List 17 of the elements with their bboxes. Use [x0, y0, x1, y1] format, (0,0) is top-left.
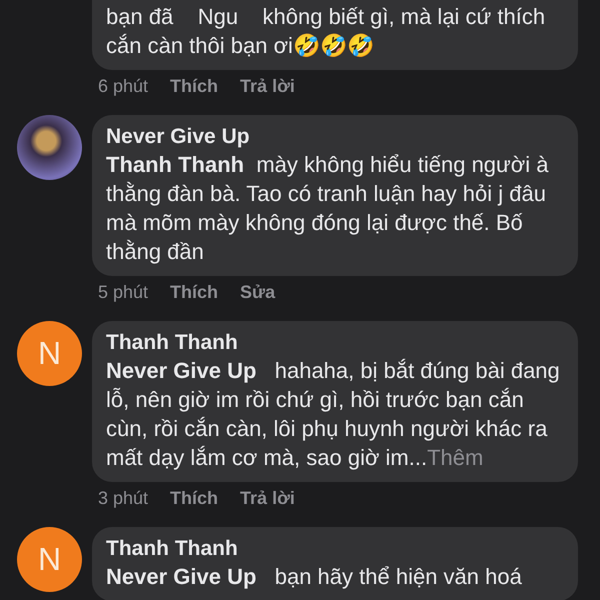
comment-time: 3 phút	[98, 488, 148, 509]
comment-action-link[interactable]: Thích	[170, 282, 218, 303]
comment-action-link[interactable]: Sửa	[240, 282, 276, 303]
comment-author[interactable]: Thanh Thanh	[106, 329, 564, 356]
comment-action-link[interactable]: Thích	[170, 76, 218, 97]
comment-author[interactable]: Thanh Thanh	[106, 535, 564, 562]
comment-text: Never Give Up bạn hãy thể hiện văn hoá	[106, 563, 523, 591]
comment-action-link[interactable]: Trả lời	[240, 76, 295, 97]
comment-action-link[interactable]: Thích	[170, 488, 218, 509]
comment-text: bạn đã Ngu không biết gì, mà lại cứ thích cắn càn thôi bạn ơi🤣🤣🤣	[106, 3, 546, 60]
comment-text: Never Give Up hahaha, bị bắt đúng bài đang lỗ, nên giờ im rồi chứ gì, hồi trước bạn cắn cùn, rồi cắn càn, lôi phụ huynh người khác ra mất dạy lắm cơ mà, sao giờ im...Thêm	[106, 357, 561, 472]
comment-action-link[interactable]: Trả lời	[240, 488, 295, 509]
comment-time: 6 phút	[98, 76, 148, 97]
comment-author[interactable]: Never Give Up	[106, 123, 564, 150]
comment-time: 5 phút	[98, 282, 148, 303]
see-more-link[interactable]: Thêm	[427, 445, 484, 470]
comment-text: Thanh Thanh mày không hiểu tiếng người à thằng đàn bà. Tao có tranh luận hay hỏi j đâu mà mõm mày không đóng lại được thế. Bố thằng đần	[106, 151, 550, 266]
